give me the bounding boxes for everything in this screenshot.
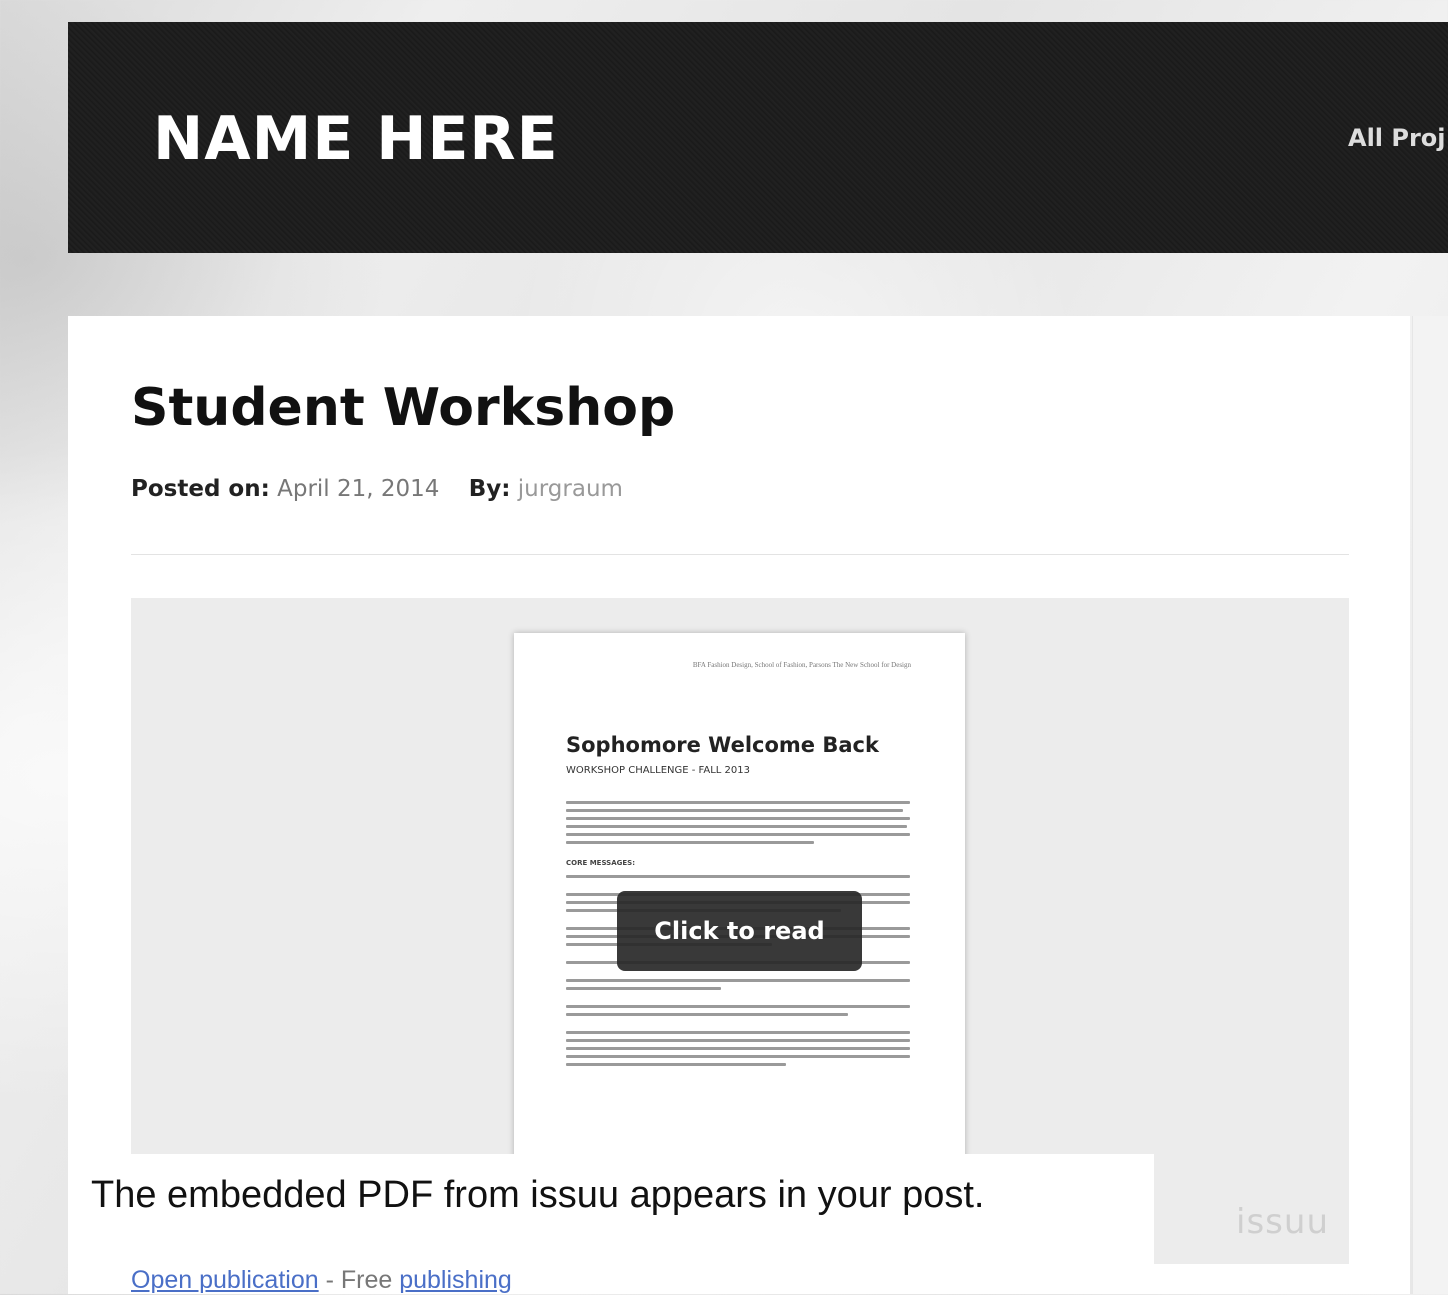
publishing-link[interactable]: publishing xyxy=(399,1266,512,1294)
footer-separator: - Free xyxy=(318,1266,400,1294)
post-content: Student Workshop Posted on: April 21, 20… xyxy=(68,316,1410,1294)
pdf-section-heading: CORE MESSAGES: xyxy=(566,859,635,867)
embed-footer: Open publication - Free publishing xyxy=(131,1266,512,1295)
site-title[interactable]: NAME HERE xyxy=(153,104,559,174)
posted-on-date: April 21, 2014 xyxy=(277,476,440,502)
pdf-title: Sophomore Welcome Back xyxy=(566,733,879,757)
post-title: Student Workshop xyxy=(131,378,676,438)
divider xyxy=(131,554,1349,555)
post-meta: Posted on: April 21, 2014 By: jurgraum xyxy=(131,476,623,502)
by-label: By: xyxy=(468,476,511,502)
annotation-caption-box: The embedded PDF from issuu appears in y… xyxy=(68,1154,1154,1264)
click-to-read-button[interactable]: Click to read xyxy=(617,891,862,971)
open-publication-link[interactable]: Open publication xyxy=(131,1266,319,1294)
site-header: NAME HERE All Proj xyxy=(68,22,1448,253)
pdf-header-line: BFA Fashion Design, School of Fashion, P… xyxy=(692,661,911,669)
issuu-logo[interactable]: issuu xyxy=(1236,1202,1329,1242)
author-link[interactable]: jurgraum xyxy=(518,476,623,502)
pdf-subtitle: WORKSHOP CHALLENGE - FALL 2013 xyxy=(566,765,750,776)
nav-item-all-projects[interactable]: All Proj xyxy=(1348,124,1446,152)
sidebar-edge xyxy=(1412,316,1448,1294)
annotation-caption: The embedded PDF from issuu appears in y… xyxy=(91,1174,985,1216)
posted-on-label: Posted on: xyxy=(131,476,270,502)
